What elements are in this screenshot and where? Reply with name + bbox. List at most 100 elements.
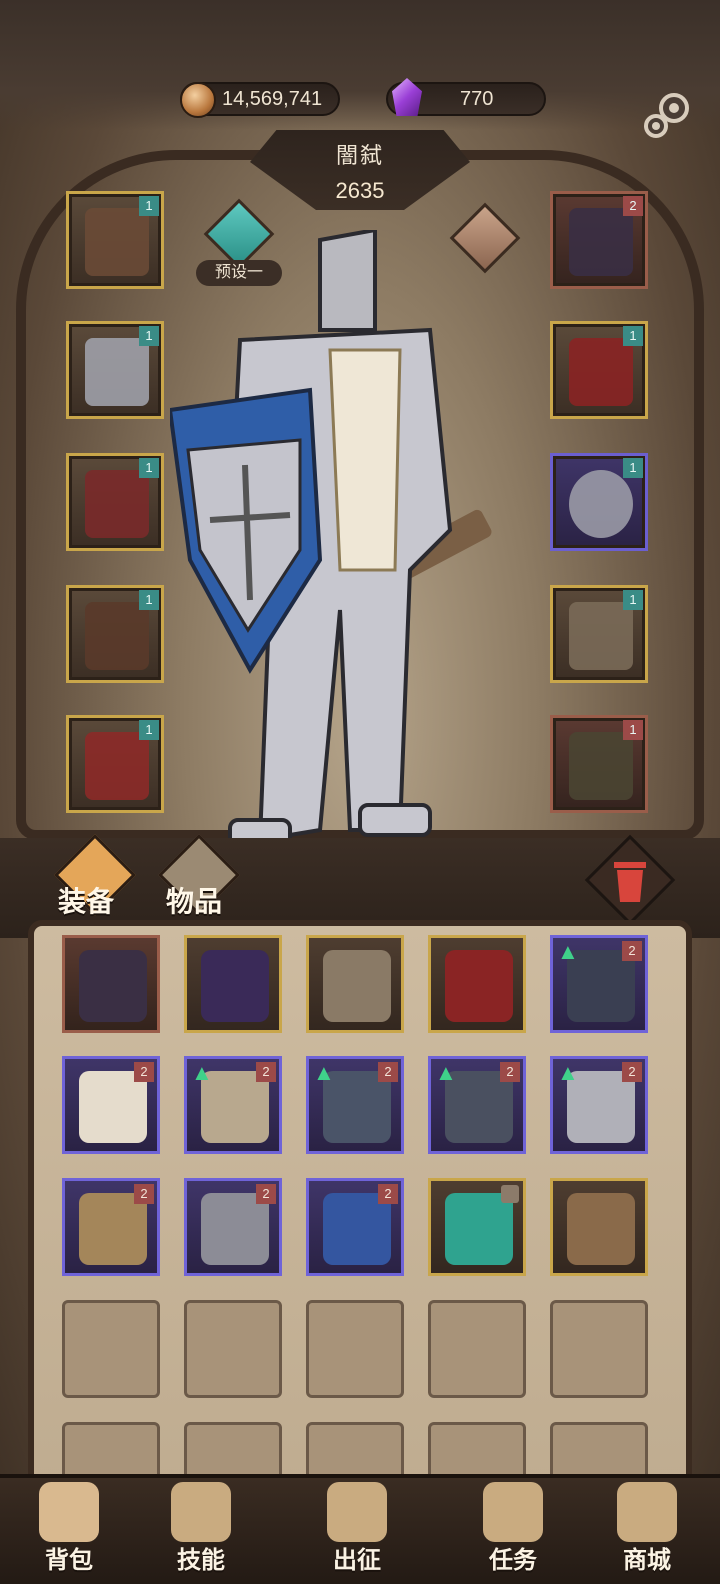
equip-slot-neck[interactable]: 2: [550, 191, 648, 289]
lock-icon: [501, 1185, 519, 1203]
upgrade-arrow-icon: ▲: [313, 1060, 335, 1085]
inventory-slot[interactable]: 2: [62, 1178, 160, 1276]
tab-equipment[interactable]: 装备: [58, 880, 114, 920]
upgrade-arrow-icon: ▲: [191, 1060, 213, 1085]
quest-icon: [483, 1482, 543, 1542]
necklace-icon: [569, 208, 633, 276]
top-bar: [0, 0, 720, 130]
inventory-slot[interactable]: [62, 935, 160, 1033]
coin-counter: 14,569,741: [180, 82, 340, 118]
equip-slot-chest[interactable]: 1: [66, 321, 164, 419]
empty-inventory-slot[interactable]: [428, 1300, 526, 1398]
tier-badge: 2: [500, 1062, 520, 1082]
trash-icon: [614, 862, 646, 902]
empty-inventory-slot[interactable]: [62, 1300, 160, 1398]
backpack-icon: [39, 1482, 99, 1542]
ring-icon: [569, 470, 633, 538]
inventory-slot[interactable]: 2: [184, 1178, 282, 1276]
gem-icon: [392, 78, 422, 116]
tier-badge: 2: [622, 1062, 642, 1082]
tab-items[interactable]: 物品: [166, 880, 222, 920]
upgrade-arrow-icon: ▲: [435, 1060, 457, 1085]
battle-icon: [327, 1482, 387, 1542]
spear-icon: [569, 602, 633, 670]
inventory-slot[interactable]: [550, 1178, 648, 1276]
nav-backpack[interactable]: 背包: [14, 1474, 124, 1584]
tier-badge: 1: [139, 720, 159, 740]
inventory-slot[interactable]: [184, 935, 282, 1033]
nav-battle[interactable]: 出征: [302, 1474, 412, 1584]
gauntlet-icon: [85, 470, 149, 538]
tier-badge: 1: [139, 590, 159, 610]
inventory-slot[interactable]: 2: [306, 1178, 404, 1276]
nav-quests[interactable]: 任务: [458, 1474, 568, 1584]
inventory-slot[interactable]: 2: [62, 1056, 160, 1154]
tier-badge: 2: [256, 1062, 276, 1082]
coin-amount: 14,569,741: [222, 87, 323, 110]
equip-slot-shoulder[interactable]: 1: [550, 321, 648, 419]
tier-badge: 2: [256, 1184, 276, 1204]
inventory-slot[interactable]: [428, 935, 526, 1033]
belt-icon: [201, 950, 269, 1022]
tier-badge: 2: [378, 1184, 398, 1204]
equip-slot-weapon[interactable]: 1: [550, 585, 648, 683]
inventory-slot[interactable]: [428, 1178, 526, 1276]
combat-power: 2635: [335, 178, 385, 203]
knight-character: [170, 230, 492, 852]
tier-badge: 2: [378, 1062, 398, 1082]
inventory-slot[interactable]: ▲ 2: [428, 1056, 526, 1154]
amulet-icon: [445, 1193, 513, 1265]
nav-shop[interactable]: 商城: [592, 1474, 702, 1584]
inventory-slot[interactable]: ▲ 2: [550, 1056, 648, 1154]
tier-badge: 1: [139, 326, 159, 346]
upgrade-arrow-icon: ▲: [557, 939, 579, 964]
empty-inventory-slot[interactable]: [306, 1300, 404, 1398]
inventory-slot[interactable]: ▲ 2: [306, 1056, 404, 1154]
game-screen: 14,569,741 770 闇弑 2635 预设一 1 1 1 1 1 2 1…: [0, 0, 720, 1584]
nav-label: 出征: [333, 1547, 381, 1574]
coin-icon: [180, 82, 216, 118]
tier-badge: 2: [622, 941, 642, 961]
equip-slot-back[interactable]: 1: [550, 715, 648, 813]
tier-badge: 1: [139, 196, 159, 216]
inventory-slot[interactable]: ▲ 2: [184, 1056, 282, 1154]
empty-inventory-slot[interactable]: [184, 1300, 282, 1398]
tier-badge: 1: [623, 326, 643, 346]
equip-slot-head[interactable]: 1: [66, 191, 164, 289]
cloak-icon: [569, 732, 633, 800]
gear-icon[interactable]: [640, 86, 696, 142]
empty-inventory-slot[interactable]: [550, 1300, 648, 1398]
nav-label: 背包: [45, 1547, 93, 1574]
inventory-slot[interactable]: [306, 935, 404, 1033]
character-name: 闇弑: [335, 143, 384, 168]
tier-badge: 1: [139, 458, 159, 478]
equip-slot-hands[interactable]: 1: [66, 453, 164, 551]
tier-badge: 2: [623, 196, 643, 216]
gem-amount: 770: [460, 87, 494, 110]
gem-counter: 770: [386, 78, 546, 116]
tier-badge: 1: [623, 458, 643, 478]
necklace-icon: [79, 950, 147, 1022]
upgrade-arrow-icon: ▲: [557, 1060, 579, 1085]
inventory-slot[interactable]: ▲ 2: [550, 935, 648, 1033]
skills-icon: [171, 1482, 231, 1542]
shoulder-armor-icon: [445, 950, 513, 1022]
nav-skills[interactable]: 技能: [146, 1474, 256, 1584]
chest-armor-icon: [85, 338, 149, 406]
shoulder-armor-icon: [569, 338, 633, 406]
helmet-icon: [85, 208, 149, 276]
tier-badge: 2: [134, 1062, 154, 1082]
skull-mask-icon: [323, 950, 391, 1022]
nav-label: 任务: [489, 1547, 537, 1574]
equip-slot-feet[interactable]: 1: [66, 715, 164, 813]
equip-slot-ring[interactable]: 1: [550, 453, 648, 551]
nav-label: 技能: [177, 1547, 225, 1574]
nav-label: 商城: [623, 1547, 671, 1574]
tier-badge: 1: [623, 590, 643, 610]
shop-icon: [617, 1482, 677, 1542]
tier-badge: 1: [623, 720, 643, 740]
boots-icon: [85, 732, 149, 800]
tier-badge: 2: [134, 1184, 154, 1204]
equip-slot-legs[interactable]: 1: [66, 585, 164, 683]
shield-icon: [567, 1193, 635, 1265]
